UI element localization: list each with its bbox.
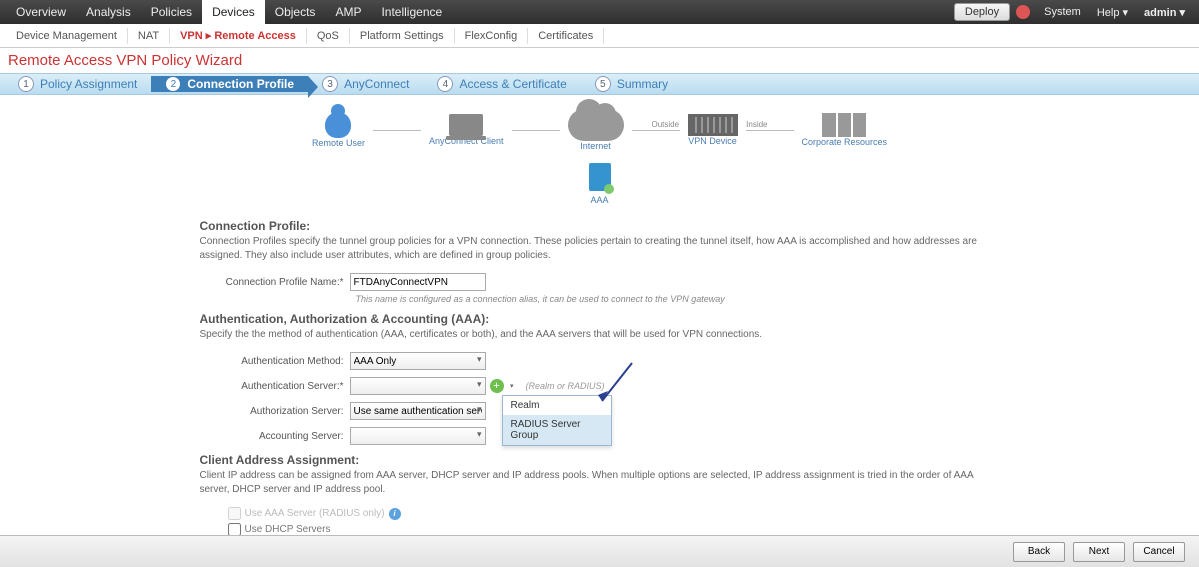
conn-profile-name-label: Connection Profile Name:* (200, 277, 350, 288)
dropdown-opt-radius[interactable]: RADIUS Server Group (503, 415, 611, 445)
step-5[interactable]: 5Summary (581, 76, 682, 92)
nav-overview[interactable]: Overview (6, 0, 76, 24)
authz-server-label: Authorization Server: (200, 406, 350, 417)
wizard-content: Connection Profile: Connection Profiles … (180, 219, 1020, 559)
wizard-footer: Back Next Cancel (0, 535, 1199, 567)
aaa-icon (589, 163, 611, 191)
top-nav-bar: Overview Analysis Policies Devices Objec… (0, 0, 1199, 24)
node-anyconnect: AnyConnect Client (429, 114, 504, 146)
use-aaa-row: Use AAA Server (RADIUS only) i (228, 507, 1000, 520)
subnav-certificates[interactable]: Certificates (528, 28, 604, 44)
acct-server-label: Accounting Server: (200, 431, 350, 442)
conn-profile-name-hint: This name is configured as a connection … (356, 294, 1000, 304)
wizard-steps: 1Policy Assignment 2Connection Profile 3… (0, 73, 1199, 95)
step-4[interactable]: 4Access & Certificate (423, 76, 580, 92)
section-aaa-desc: Specify the the method of authentication… (200, 328, 1000, 342)
back-button[interactable]: Back (1013, 542, 1065, 562)
help-menu[interactable]: Help ▾ (1089, 6, 1136, 19)
system-link[interactable]: System (1036, 6, 1089, 18)
cancel-button[interactable]: Cancel (1133, 542, 1185, 562)
laptop-icon (449, 114, 483, 136)
subnav-platform[interactable]: Platform Settings (350, 28, 455, 44)
info-icon[interactable]: i (389, 508, 401, 520)
step-1[interactable]: 1Policy Assignment (4, 76, 151, 92)
realm-hint: (Realm or RADIUS) (526, 381, 605, 391)
firewall-icon (688, 114, 738, 136)
auth-server-select[interactable] (350, 377, 486, 395)
nav-intelligence[interactable]: Intelligence (371, 0, 452, 24)
node-remote-user: Remote User (312, 112, 365, 148)
conn-profile-name-input[interactable] (350, 273, 486, 291)
section-conn-profile-title: Connection Profile: (200, 219, 1000, 233)
user-icon (325, 112, 351, 138)
auth-server-dropdown: Realm RADIUS Server Group (502, 395, 612, 446)
authz-server-select[interactable] (350, 402, 486, 420)
use-aaa-checkbox (228, 507, 241, 520)
nav-policies[interactable]: Policies (141, 0, 202, 24)
dropdown-opt-realm[interactable]: Realm (503, 396, 611, 415)
section-client-addr-title: Client Address Assignment: (200, 453, 1000, 467)
topology-diagram: Remote User AnyConnect Client Internet O… (0, 95, 1199, 157)
node-corporate: Corporate Resources (802, 113, 888, 147)
auth-method-select[interactable] (350, 352, 486, 370)
auth-method-label: Authentication Method: (200, 356, 350, 367)
nav-analysis[interactable]: Analysis (76, 0, 141, 24)
add-auth-server-icon[interactable]: + (490, 379, 504, 393)
alert-icon[interactable] (1016, 5, 1030, 19)
wizard-title: Remote Access VPN Policy Wizard (0, 48, 1199, 73)
section-conn-profile-desc: Connection Profiles specify the tunnel g… (200, 235, 1000, 263)
node-vpn-device: Outside Inside VPN Device (688, 114, 738, 146)
acct-server-select[interactable] (350, 427, 486, 445)
primary-nav: Overview Analysis Policies Devices Objec… (6, 0, 452, 24)
next-button[interactable]: Next (1073, 542, 1125, 562)
nav-devices[interactable]: Devices (202, 0, 265, 24)
step-2[interactable]: 2Connection Profile (151, 76, 308, 92)
nav-objects[interactable]: Objects (265, 0, 326, 24)
node-internet: Internet (568, 109, 624, 151)
user-menu[interactable]: admin ▾ (1136, 6, 1193, 19)
cloud-icon (568, 109, 624, 141)
deploy-button[interactable]: Deploy (954, 3, 1010, 21)
section-aaa-title: Authentication, Authorization & Accounti… (200, 312, 1000, 326)
subnav-vpn-remote[interactable]: VPN ▸ Remote Access (170, 28, 307, 44)
sub-nav-bar: Device Management NAT VPN ▸ Remote Acces… (0, 24, 1199, 48)
section-client-addr-desc: Client IP address can be assigned from A… (200, 469, 1000, 497)
step-3[interactable]: 3AnyConnect (308, 76, 423, 92)
auth-server-label: Authentication Server:* (200, 381, 350, 392)
nav-amp[interactable]: AMP (325, 0, 371, 24)
subnav-flexconfig[interactable]: FlexConfig (455, 28, 529, 44)
servers-icon (822, 113, 866, 137)
subnav-nat[interactable]: NAT (128, 28, 170, 44)
subnav-device-mgmt[interactable]: Device Management (6, 28, 128, 44)
subnav-qos[interactable]: QoS (307, 28, 350, 44)
node-aaa: AAA (0, 163, 1199, 205)
